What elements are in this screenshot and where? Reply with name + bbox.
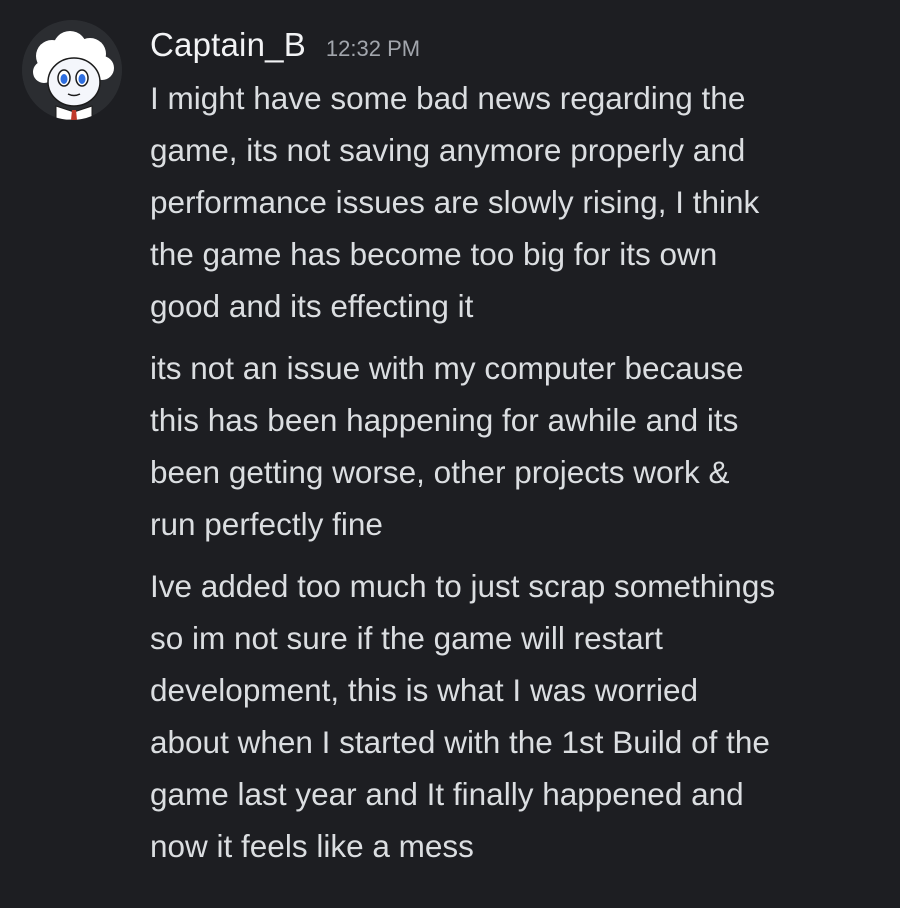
- message-line: performance issues are slowly rising, I …: [150, 184, 760, 220]
- message-line: development, this is what I was worried: [150, 672, 698, 708]
- message-list: I might have some bad news regarding the…: [150, 72, 890, 882]
- message-header: Captain_B 12:32 PM: [150, 26, 420, 72]
- message-3: Ive added too much to just scrap somethi…: [150, 560, 890, 872]
- avatar[interactable]: [22, 20, 122, 120]
- message-line: about when I started with the 1st Build …: [150, 724, 770, 760]
- message-line: this has been happening for awhile and i…: [150, 402, 739, 438]
- message-line: game last year and It finally happened a…: [150, 776, 744, 812]
- message-line: now it feels like a mess: [150, 828, 474, 864]
- message-line: run perfectly fine: [150, 506, 383, 542]
- message-group: Captain_B 12:32 PM I might have some bad…: [0, 0, 900, 908]
- message-1: I might have some bad news regarding the…: [150, 72, 890, 332]
- message-line: I might have some bad news regarding the: [150, 80, 746, 116]
- message-line: game, its not saving anymore properly an…: [150, 132, 746, 168]
- message-line: Ive added too much to just scrap somethi…: [150, 568, 776, 604]
- message-2: its not an issue with my computer becaus…: [150, 342, 890, 550]
- message-line: its not an issue with my computer becaus…: [150, 350, 744, 386]
- cartoon-character-avatar-icon: [22, 20, 122, 120]
- message-line: the game has become too big for its own: [150, 236, 718, 272]
- message-line: so im not sure if the game will restart: [150, 620, 663, 656]
- username[interactable]: Captain_B: [150, 26, 306, 64]
- message-line: good and its effecting it: [150, 288, 474, 324]
- timestamp: 12:32 PM: [325, 36, 421, 61]
- message-line: been getting worse, other projects work …: [150, 454, 730, 490]
